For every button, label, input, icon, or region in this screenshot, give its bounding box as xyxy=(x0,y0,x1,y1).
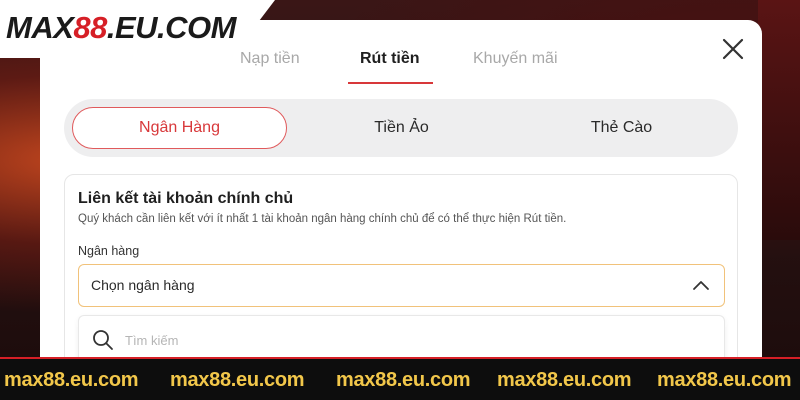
watermark-strip: max88.eu.com max88.eu.com max88.eu.com m… xyxy=(0,357,800,400)
bank-link-card: Liên kết tài khoản chính chủ Quý khách c… xyxy=(64,174,738,365)
segment-bank[interactable]: Ngân Hàng xyxy=(72,107,287,149)
bank-search-input[interactable] xyxy=(125,327,685,353)
card-title: Liên kết tài khoản chính chủ xyxy=(78,190,294,207)
watermark-text: max88.eu.com xyxy=(497,369,632,391)
watermark-text: max88.eu.com xyxy=(336,369,471,391)
watermark-text: max88.eu.com xyxy=(4,369,139,391)
active-tab-indicator xyxy=(348,82,433,84)
tab-promotions[interactable]: Khuyến mãi xyxy=(473,50,558,68)
bank-select[interactable]: Chọn ngân hàng xyxy=(78,264,725,307)
chevron-up-icon xyxy=(693,281,709,290)
watermark-text: max88.eu.com xyxy=(657,369,792,391)
tab-deposit[interactable]: Nạp tiền xyxy=(240,50,300,68)
bank-field-label: Ngân hàng xyxy=(78,244,140,258)
background-panel xyxy=(758,0,800,240)
withdraw-modal: Nạp tiền Rút tiền Khuyến mãi Ngân Hàng T… xyxy=(40,20,762,365)
tab-withdraw[interactable]: Rút tiền xyxy=(360,50,420,68)
close-icon xyxy=(722,38,744,60)
logo-88: 88 xyxy=(73,10,107,45)
payment-method-segment: Ngân Hàng Tiền Ảo Thẻ Cào xyxy=(64,99,738,157)
logo-max: MAX xyxy=(6,10,74,45)
search-icon xyxy=(93,330,113,350)
segment-crypto[interactable]: Tiền Ảo xyxy=(294,107,509,149)
bank-select-value: Chọn ngân hàng xyxy=(91,277,195,293)
logo-domain: .EU.COM xyxy=(106,10,237,45)
logo: MAX88.EU.COM xyxy=(6,10,237,46)
close-button[interactable] xyxy=(720,36,746,62)
card-description: Quý khách cần liên kết với ít nhất 1 tài… xyxy=(78,213,567,225)
watermark-text: max88.eu.com xyxy=(170,369,305,391)
segment-card[interactable]: Thẻ Cào xyxy=(514,107,729,149)
